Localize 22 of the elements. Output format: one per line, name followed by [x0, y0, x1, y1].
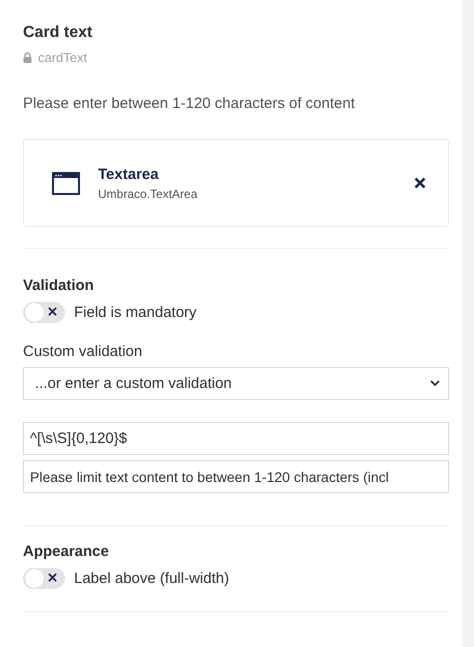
- pattern-field[interactable]: ^[\s\S]{0,120}$: [23, 422, 449, 455]
- close-button[interactable]: [412, 175, 428, 191]
- editor-card[interactable]: Textarea Umbraco.TextArea: [23, 139, 449, 227]
- property-description: Please enter between 1-120 characters of content: [23, 95, 356, 112]
- editor-name: Textarea: [98, 166, 160, 182]
- property-alias: cardText: [38, 50, 88, 65]
- toggle-label: Field is mandatory: [74, 304, 197, 321]
- label-above-toggle[interactable]: [23, 568, 65, 589]
- mandatory-toggle[interactable]: [23, 302, 65, 323]
- lock-icon: [23, 52, 32, 63]
- cross-icon: [48, 307, 57, 316]
- message-field[interactable]: Please limit text content to between 1-120 characters (incl: [23, 460, 449, 493]
- section-heading: Validation: [23, 277, 95, 294]
- property-name: Card text: [23, 24, 94, 42]
- validation-select[interactable]: ...or enter a custom validation: [23, 367, 449, 400]
- chevron-down-icon: [430, 380, 440, 387]
- field-label: Custom validation: [23, 343, 144, 360]
- window-icon: [52, 172, 80, 194]
- editor-alias: Umbraco.TextArea: [98, 186, 198, 200]
- cross-icon: [48, 573, 57, 582]
- section-heading: Appearance: [23, 543, 110, 560]
- toggle-label: Label above (full-width): [74, 570, 230, 587]
